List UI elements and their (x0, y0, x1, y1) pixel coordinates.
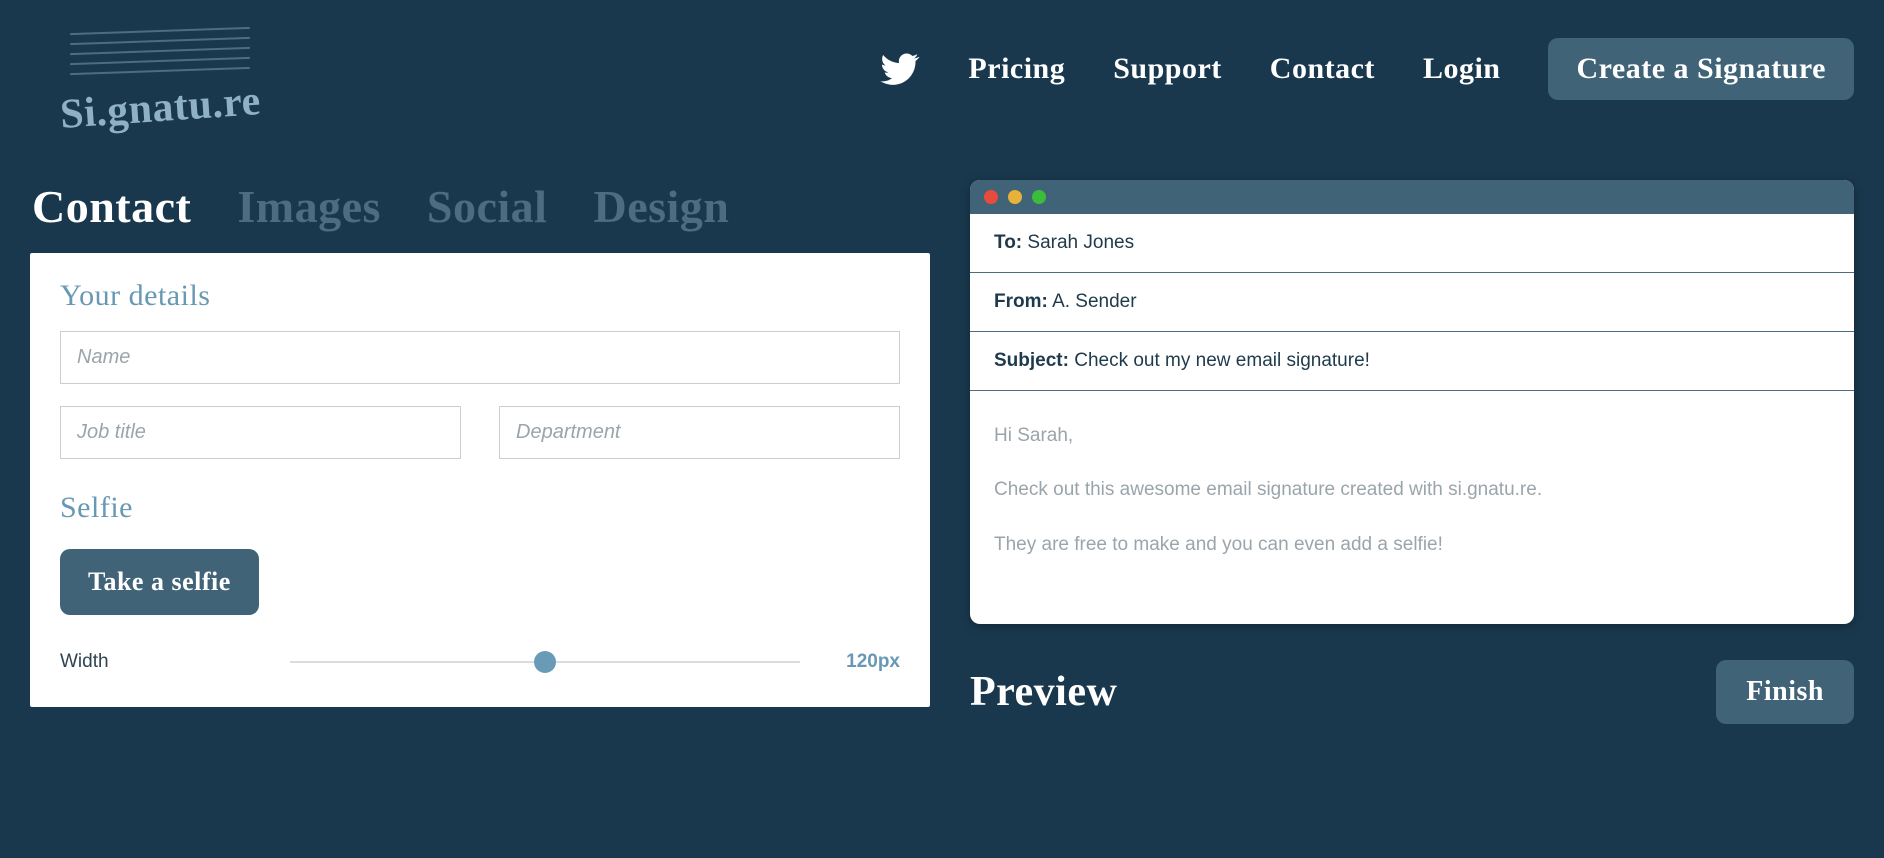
preview-line1: Hi Sarah, (994, 421, 1830, 451)
preview-from-label: From: (994, 291, 1048, 312)
logo-lines (70, 30, 250, 80)
width-value: 120px (830, 651, 900, 673)
window-close-dot (984, 190, 998, 204)
preview-bar: Preview Finish (970, 660, 1854, 724)
preview-to-value: Sarah Jones (1027, 232, 1134, 253)
preview-subject-value: Check out my new email signature! (1074, 350, 1370, 371)
section-your-details: Your details (60, 279, 900, 313)
editor-tabs: Contact Images Social Design (30, 180, 930, 233)
nav-support[interactable]: Support (1113, 52, 1222, 86)
editor-column: Contact Images Social Design Your detail… (30, 180, 930, 724)
twitter-link[interactable] (880, 49, 920, 89)
department-field[interactable] (499, 406, 900, 459)
form-panel: Your details Selfie Take a selfie Width … (30, 253, 930, 707)
jobtitle-field[interactable] (60, 406, 461, 459)
preview-column: To: Sarah Jones From: A. Sender Subject:… (970, 180, 1854, 724)
top-nav: Pricing Support Contact Login Create a S… (880, 20, 1854, 100)
twitter-icon (880, 49, 920, 89)
section-selfie: Selfie (60, 491, 900, 525)
width-label: Width (60, 651, 260, 673)
width-slider[interactable] (290, 661, 800, 663)
window-max-dot (1032, 190, 1046, 204)
nav-login[interactable]: Login (1423, 52, 1501, 86)
preview-from-row: From: A. Sender (970, 273, 1854, 332)
window-min-dot (1008, 190, 1022, 204)
preview-subject-row: Subject: Check out my new email signatur… (970, 332, 1854, 391)
tab-contact[interactable]: Contact (32, 180, 191, 233)
tab-social[interactable]: Social (427, 180, 548, 233)
name-field[interactable] (60, 331, 900, 384)
main: Contact Images Social Design Your detail… (0, 160, 1884, 724)
preview-title: Preview (970, 668, 1117, 716)
preview-from-value: A. Sender (1052, 291, 1137, 312)
nav-contact[interactable]: Contact (1270, 52, 1375, 86)
take-selfie-button[interactable]: Take a selfie (60, 549, 259, 615)
create-signature-button[interactable]: Create a Signature (1548, 38, 1854, 100)
logo-text: Si.gnatu.re (59, 77, 263, 139)
preview-to-row: To: Sarah Jones (970, 214, 1854, 273)
preview-titlebar (970, 180, 1854, 214)
finish-button[interactable]: Finish (1716, 660, 1854, 724)
preview-line2: Check out this awesome email signature c… (994, 475, 1830, 505)
header: Si.gnatu.re Pricing Support Contact Logi… (0, 0, 1884, 160)
preview-line3: They are free to make and you can even a… (994, 530, 1830, 560)
width-slider-row: Width 120px (60, 651, 900, 673)
logo[interactable]: Si.gnatu.re (30, 20, 290, 150)
preview-subject-label: Subject: (994, 350, 1069, 371)
tab-design[interactable]: Design (593, 180, 729, 233)
preview-content: Hi Sarah, Check out this awesome email s… (970, 391, 1854, 624)
preview-window: To: Sarah Jones From: A. Sender Subject:… (970, 180, 1854, 624)
tab-images[interactable]: Images (237, 180, 381, 233)
preview-body: To: Sarah Jones From: A. Sender Subject:… (970, 214, 1854, 624)
preview-to-label: To: (994, 232, 1022, 253)
nav-pricing[interactable]: Pricing (968, 52, 1065, 86)
